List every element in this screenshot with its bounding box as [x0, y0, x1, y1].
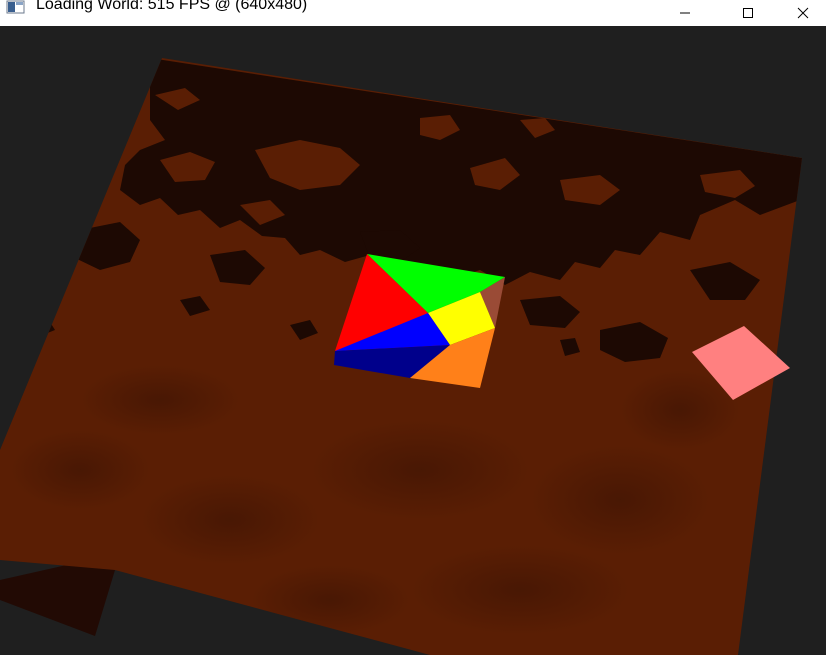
close-button[interactable] [780, 0, 826, 26]
title-bar[interactable]: Loading World: 515 FPS @ (640x480) [0, 0, 826, 26]
minimize-icon [680, 12, 690, 14]
close-icon [797, 7, 809, 19]
scene-canvas [0, 58, 802, 655]
maximize-icon [743, 8, 753, 18]
terrain-leg-left [0, 562, 115, 636]
maximize-button[interactable] [718, 0, 778, 26]
app-window: Loading World: 515 FPS @ (640x480) [0, 0, 826, 655]
minimize-button[interactable] [655, 0, 715, 26]
game-viewport[interactable] [0, 26, 826, 655]
window-title: Loading World: 515 FPS @ (640x480) [36, 0, 308, 13]
app-window-icon[interactable] [6, 0, 26, 16]
